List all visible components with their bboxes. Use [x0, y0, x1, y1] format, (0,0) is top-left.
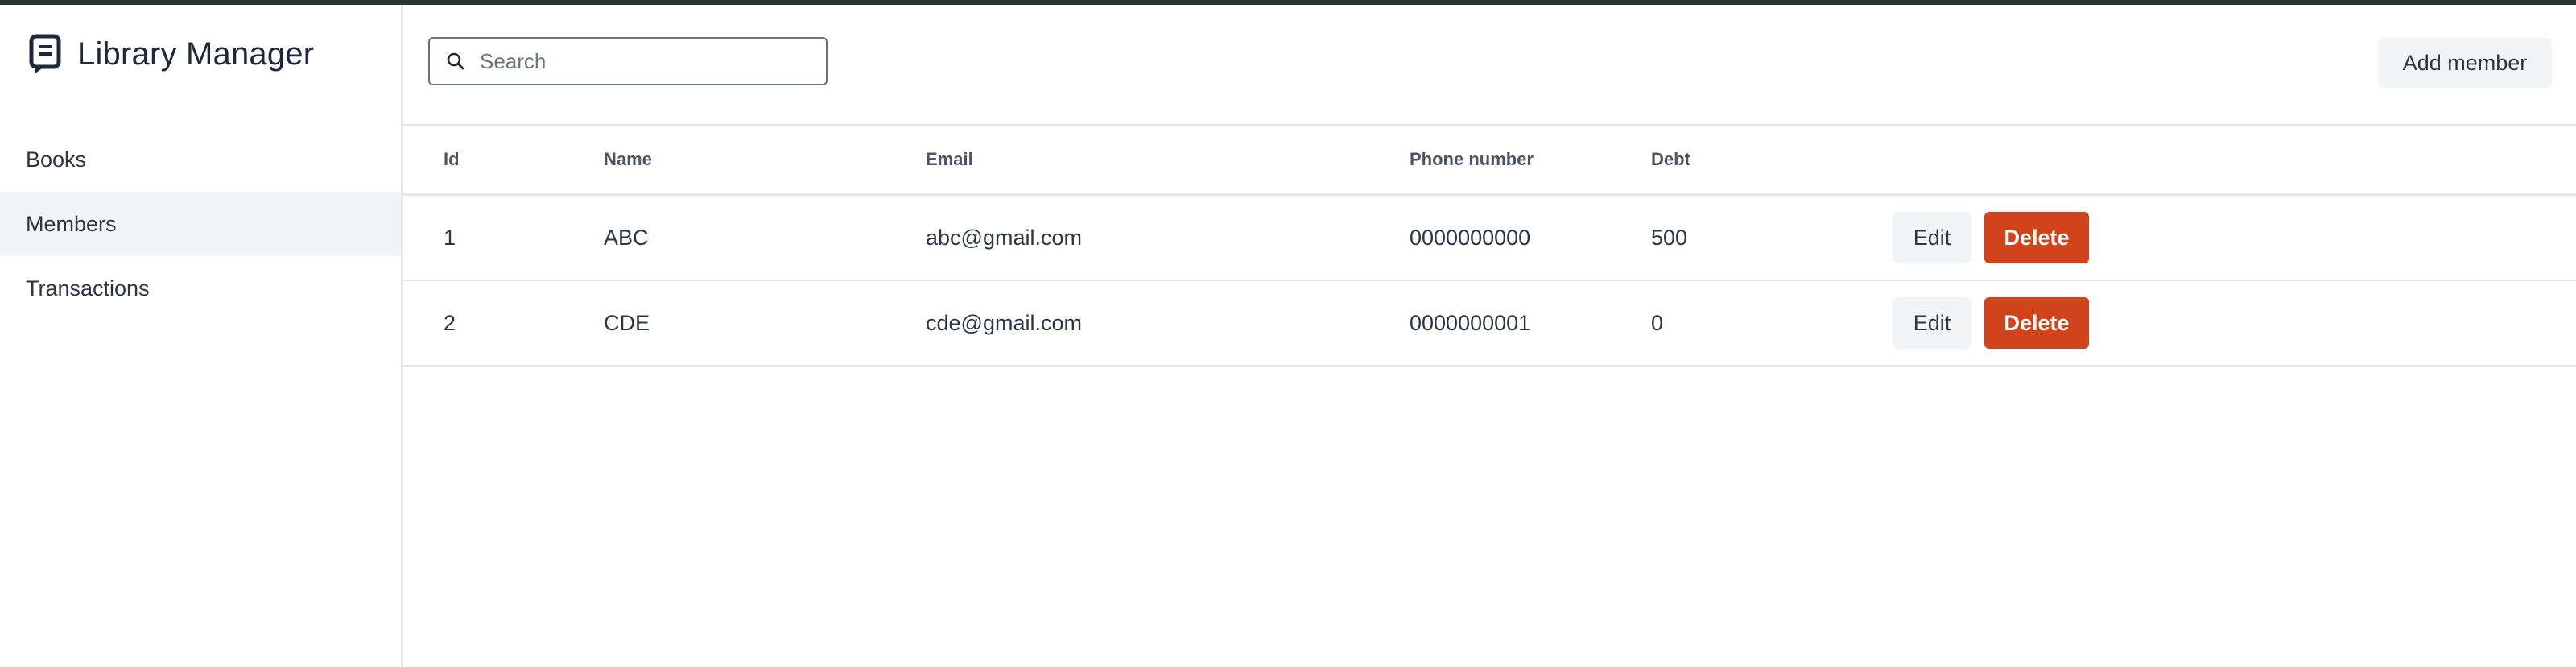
edit-button[interactable]: Edit [1893, 297, 1971, 349]
search-box[interactable] [428, 37, 828, 85]
members-table: Id Name Email Phone number Debt 1 ABC ab… [402, 126, 2576, 367]
sidebar: Library Manager Books Members Transactio… [0, 5, 402, 667]
cell-id: 1 [444, 225, 456, 250]
sidebar-nav: Books Members Transactions [0, 127, 401, 321]
table-row: 1 ABC abc@gmail.com 0000000000 500 Edit … [402, 196, 2576, 281]
cell-debt: 0 [1651, 310, 1664, 335]
cell-email: cde@gmail.com [926, 310, 1082, 335]
brand: Library Manager [27, 29, 314, 79]
sidebar-item-label: Books [26, 147, 87, 172]
app-title: Library Manager [77, 35, 315, 72]
delete-button[interactable]: Delete [1984, 297, 2089, 349]
row-actions: Edit Delete [1893, 196, 2089, 280]
table-row: 2 CDE cde@gmail.com 0000000001 0 Edit De… [402, 281, 2576, 367]
table-header: Id Name Email Phone number Debt [402, 126, 2576, 196]
add-member-button[interactable]: Add member [2378, 38, 2552, 88]
cell-name: CDE [604, 310, 650, 335]
edit-button[interactable]: Edit [1893, 212, 1971, 263]
cell-phone-number: 0000000001 [1410, 310, 1531, 335]
search-icon [444, 50, 467, 72]
cell-id: 2 [444, 310, 456, 335]
cell-name: ABC [604, 225, 649, 250]
sidebar-item-label: Transactions [26, 276, 150, 300]
delete-button[interactable]: Delete [1984, 212, 2089, 263]
sidebar-item-members[interactable]: Members [0, 192, 401, 256]
sidebar-item-label: Members [26, 211, 117, 236]
toolbar: Add member [402, 5, 2576, 126]
column-header-debt[interactable]: Debt [1651, 126, 1690, 193]
column-header-phone-number[interactable]: Phone number [1410, 126, 1534, 193]
row-actions: Edit Delete [1893, 281, 2089, 365]
main-content: Add member Id Name Email Phone number De… [402, 5, 2576, 667]
search-input[interactable] [478, 48, 819, 75]
column-header-email[interactable]: Email [926, 126, 973, 193]
cell-email: abc@gmail.com [926, 225, 1082, 250]
cell-debt: 500 [1651, 225, 1688, 250]
cell-phone-number: 0000000000 [1410, 225, 1531, 250]
column-header-id[interactable]: Id [444, 126, 460, 193]
sidebar-item-books[interactable]: Books [0, 127, 401, 192]
sidebar-item-transactions[interactable]: Transactions [0, 256, 401, 321]
book-bookmark-icon [27, 33, 63, 75]
column-header-name[interactable]: Name [604, 126, 652, 193]
